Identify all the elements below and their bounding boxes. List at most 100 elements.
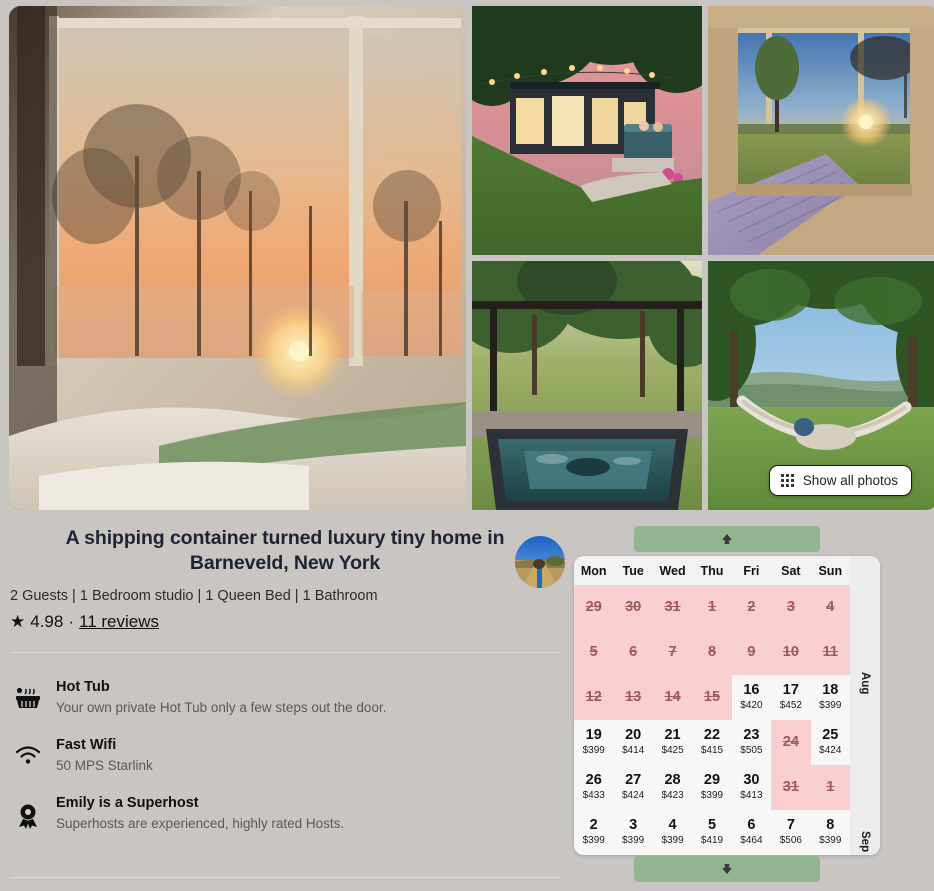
amenity-superhost: Emily is a Superhost Superhosts are expe… bbox=[0, 784, 570, 842]
amenity-title: Hot Tub bbox=[56, 679, 110, 695]
calendar-day-available[interactable]: 7 $506 bbox=[771, 810, 811, 855]
calendar-day-number: 3 bbox=[786, 598, 795, 615]
calendar-day-blocked: 10 bbox=[771, 630, 811, 675]
wifi-icon-svg bbox=[15, 746, 41, 764]
calendar-day-price: $399 bbox=[819, 700, 842, 712]
wifi-icon bbox=[0, 737, 56, 765]
calendar-day-available[interactable]: 5 $419 bbox=[692, 810, 732, 855]
calendar-day-price: $505 bbox=[740, 745, 763, 757]
calendar-day-number: 2 bbox=[589, 816, 598, 833]
calendar-day-available[interactable]: 28 $423 bbox=[652, 765, 693, 810]
calendar-day-number: 18 bbox=[822, 681, 839, 698]
weekday-mon: Mon bbox=[580, 564, 607, 578]
arrow-up-icon bbox=[722, 534, 732, 544]
calendar-day-blocked: 5 bbox=[574, 630, 614, 675]
rating-value: 4.98 bbox=[30, 611, 64, 631]
calendar-day-number: 30 bbox=[625, 598, 642, 615]
calendar-day-available[interactable]: 3 $399 bbox=[613, 810, 653, 855]
calendar-day-number: 15 bbox=[703, 688, 721, 705]
superhost-badge-icon-svg bbox=[19, 804, 37, 829]
reviews-link[interactable]: 11 reviews bbox=[79, 612, 159, 632]
calendar-day-price: $399 bbox=[700, 790, 724, 802]
calendar-day-available[interactable]: 16 $420 bbox=[731, 675, 772, 720]
calendar-day-available[interactable]: 27 $424 bbox=[613, 765, 653, 810]
calendar-day-price: $423 bbox=[661, 790, 684, 802]
calendar-day-blocked: 13 bbox=[613, 675, 653, 720]
calendar-day-number: 23 bbox=[743, 726, 760, 743]
month-label-aug: Aug bbox=[859, 672, 871, 695]
calendar-day-available[interactable]: 20 $414 bbox=[613, 720, 653, 765]
divider-top bbox=[10, 652, 560, 653]
grid-icon bbox=[780, 474, 794, 487]
calendar-day-blocked: 29 bbox=[574, 585, 614, 630]
calendar-day-price: $452 bbox=[779, 700, 802, 712]
calendar-day-price: $424 bbox=[819, 745, 842, 757]
photo-window-sunset-field-image bbox=[708, 6, 934, 255]
calendar-day-blocked: 8 bbox=[692, 630, 732, 675]
amenity-title: Emily is a Superhost bbox=[56, 795, 199, 811]
calendar-day-number: 14 bbox=[664, 688, 681, 705]
calendar-day-blocked: 3 bbox=[771, 585, 811, 630]
calendar-day-available[interactable]: 25 $424 bbox=[810, 720, 850, 765]
photo-bedroom-window-sunrise[interactable] bbox=[9, 6, 466, 510]
host-avatar-image bbox=[515, 536, 565, 588]
calendar-day-blocked: 4 bbox=[810, 585, 850, 630]
calendar-day-price: $506 bbox=[779, 835, 802, 847]
calendar-day-available[interactable]: 2 $399 bbox=[574, 810, 614, 855]
calendar-day-price: $399 bbox=[622, 835, 645, 847]
calendar-day-available[interactable]: 6 $464 bbox=[731, 810, 772, 855]
calendar-day-available[interactable]: 19 $399 bbox=[574, 720, 614, 765]
show-all-photos-button[interactable]: Show all photos bbox=[768, 465, 912, 496]
amenity-description: Your own private Hot Tub only a few step… bbox=[56, 700, 387, 715]
calendar-day-available[interactable]: 26 $433 bbox=[574, 765, 614, 810]
calendar-scroll-up-button[interactable] bbox=[634, 526, 820, 552]
calendar-day-number: 30 bbox=[743, 771, 760, 788]
photo-hot-tub-outdoor[interactable] bbox=[472, 261, 702, 510]
calendar-month-sidebar: Aug Sep bbox=[850, 556, 880, 855]
calendar-day-available[interactable]: 29 $399 bbox=[692, 765, 732, 810]
hot-tub-icon bbox=[0, 679, 56, 711]
listing-info: A shipping container turned luxury tiny … bbox=[0, 518, 570, 632]
calendar-scroll-down-button[interactable] bbox=[634, 856, 820, 882]
host-avatar[interactable] bbox=[515, 536, 565, 588]
calendar-day-price: $433 bbox=[582, 790, 605, 802]
photo-bedroom-window-sunrise-image bbox=[9, 6, 466, 510]
calendar-day-price: $399 bbox=[582, 835, 605, 847]
calendar-day-available[interactable]: 4 $399 bbox=[652, 810, 693, 855]
calendar-day-number: 24 bbox=[782, 733, 799, 750]
calendar-day-available[interactable]: 18 $399 bbox=[810, 675, 850, 720]
weekday-fri: Fri bbox=[743, 564, 760, 578]
calendar-week-row: 2 $399 3 $399 4 $399 5 $419 6 $464 7 $506 8 $399 bbox=[574, 810, 850, 855]
calendar-day-number: 12 bbox=[585, 688, 602, 705]
calendar-day-available[interactable]: 23 $505 bbox=[731, 720, 772, 765]
photo-hot-tub-outdoor-image bbox=[472, 261, 702, 510]
calendar-day-number: 31 bbox=[782, 778, 799, 795]
calendar-weekday-header: Mon Tue Wed Thu Fri Sat Sun bbox=[574, 556, 850, 585]
amenity-fast-wifi: Fast Wifi 50 MPS Starlink bbox=[0, 726, 570, 784]
calendar-day-number: 4 bbox=[826, 598, 835, 615]
amenity-superhost-text: Emily is a Superhost Superhosts are expe… bbox=[56, 795, 570, 831]
calendar-week-row: 29 30 31 1 2 3 4 bbox=[574, 585, 850, 630]
calendar-day-price: $399 bbox=[661, 835, 684, 847]
calendar-day-number: 25 bbox=[822, 726, 839, 743]
calendar-day-number: 9 bbox=[747, 643, 756, 660]
calendar-day-number: 20 bbox=[625, 726, 642, 743]
rating-row: ★ 4.98 · 11 reviews bbox=[0, 604, 570, 632]
calendar-day-available[interactable]: 17 $452 bbox=[771, 675, 811, 720]
calendar-day-available[interactable]: 21 $425 bbox=[652, 720, 693, 765]
calendar-day-number: 26 bbox=[585, 771, 602, 788]
calendar-day-price: $424 bbox=[622, 790, 645, 802]
weekday-wed: Wed bbox=[659, 564, 686, 578]
calendar-week-row: 5 6 7 8 9 10 11 bbox=[574, 630, 850, 675]
photo-window-sunset-field[interactable] bbox=[708, 6, 934, 255]
amenities-list: Hot Tub Your own private Hot Tub only a … bbox=[0, 668, 570, 842]
photo-exterior-night-string-lights[interactable] bbox=[472, 6, 702, 255]
availability-calendar: Mon Tue Wed Thu Fri Sat Sun 29 30 31 1 2 3 4 5 6… bbox=[574, 556, 880, 855]
calendar-day-available[interactable]: 22 $415 bbox=[692, 720, 732, 765]
calendar-day-available[interactable]: 8 $399 bbox=[810, 810, 850, 855]
calendar-day-available[interactable]: 30 $413 bbox=[731, 765, 772, 810]
amenity-hot-tub: Hot Tub Your own private Hot Tub only a … bbox=[0, 668, 570, 726]
calendar-weeks: 29 30 31 1 2 3 4 5 6 7 8 9 10 11 12 13 14 15 16 $420 17 $452 1… bbox=[574, 585, 850, 855]
calendar-day-blocked: 30 bbox=[613, 585, 653, 630]
star-icon: ★ bbox=[10, 612, 26, 632]
